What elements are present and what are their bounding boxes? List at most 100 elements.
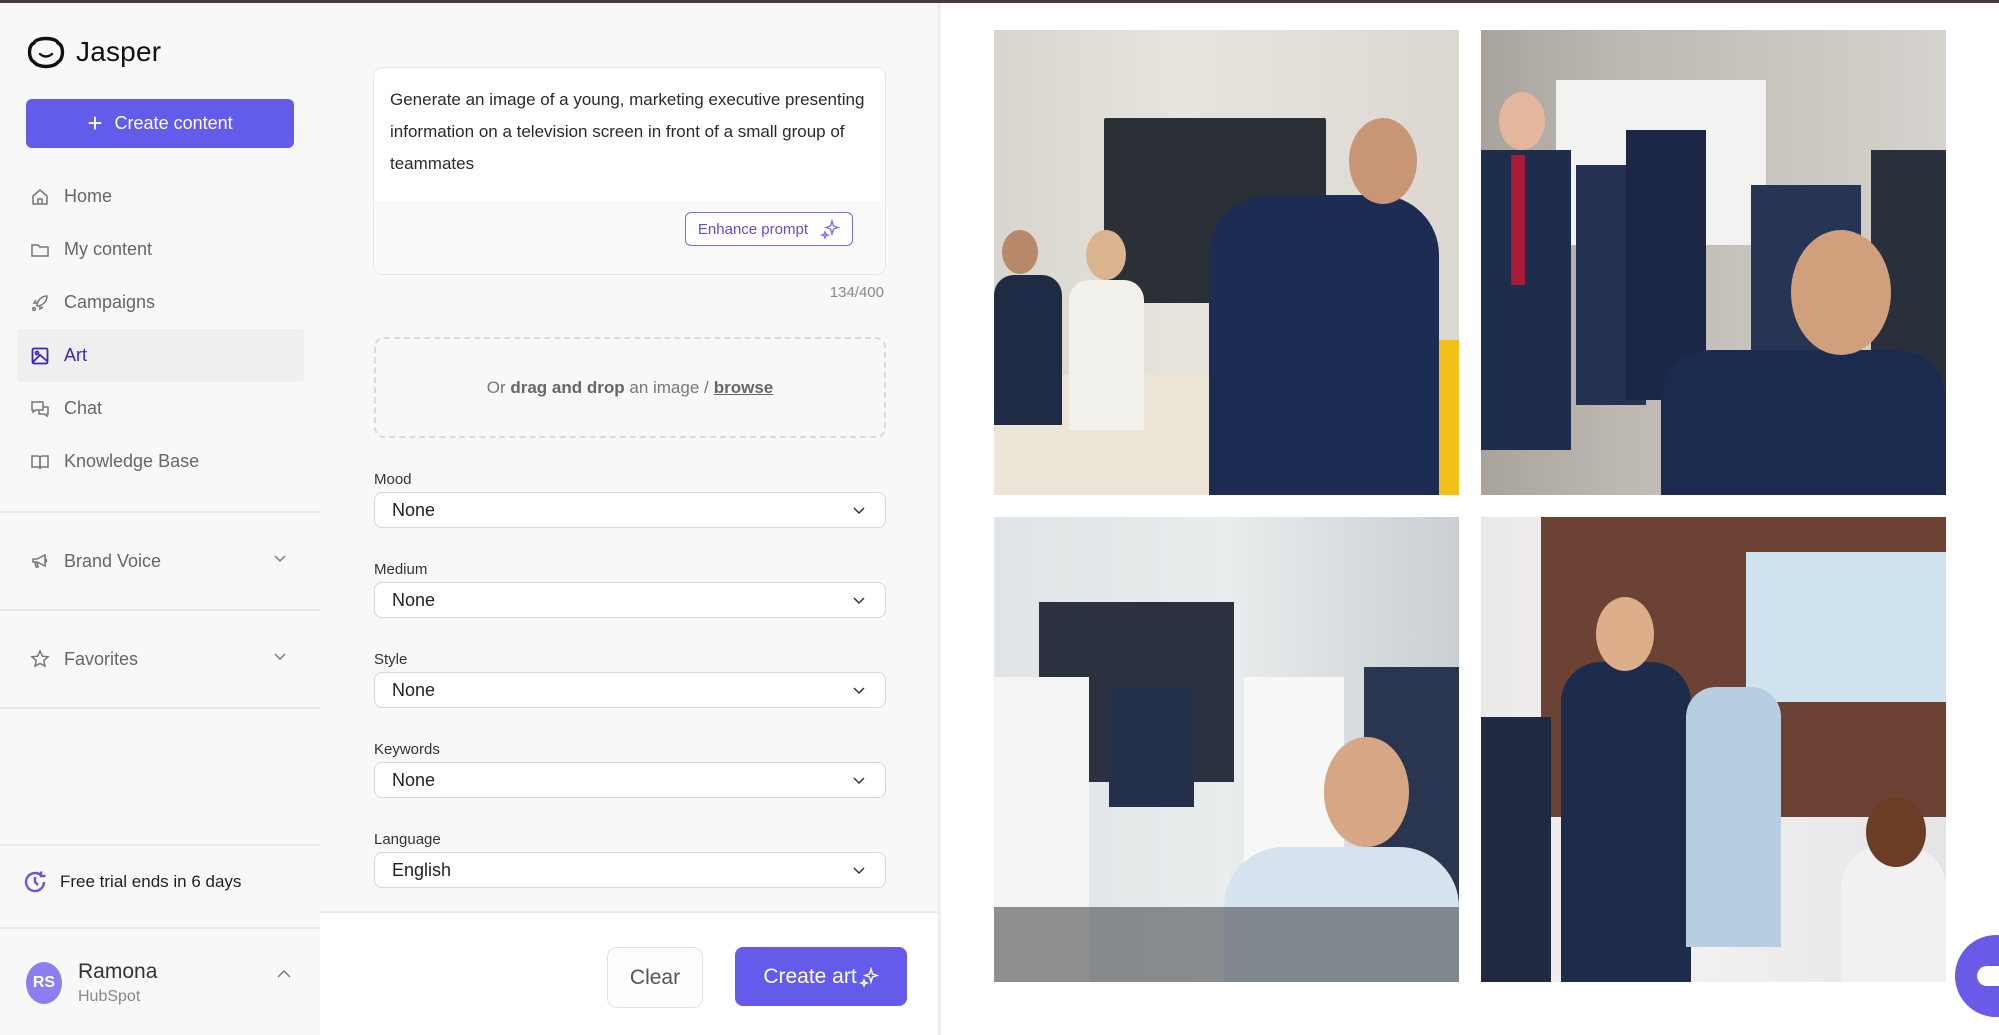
jasper-face-icon bbox=[27, 36, 65, 69]
presenter bbox=[1209, 195, 1439, 495]
user-menu[interactable]: RS Ramona HubSpot bbox=[26, 953, 296, 1013]
browse-link[interactable]: browse bbox=[714, 378, 774, 398]
chevron-down-icon[interactable] bbox=[273, 551, 287, 565]
nav-item-home[interactable]: Home bbox=[17, 170, 304, 223]
art-form-panel: Generate an image of a young, marketing … bbox=[320, 3, 940, 1035]
home-icon bbox=[32, 188, 48, 205]
generated-image[interactable] bbox=[994, 30, 1459, 495]
section-label: Brand Voice bbox=[64, 550, 162, 571]
book-icon bbox=[31, 454, 49, 469]
person-head bbox=[1086, 230, 1126, 280]
select-value: None bbox=[392, 679, 436, 700]
field-keywords: Keywords None bbox=[374, 741, 886, 798]
chevron-down-icon bbox=[853, 597, 865, 605]
logo[interactable]: Jasper bbox=[26, 35, 161, 69]
character-counter: 134/400 bbox=[829, 284, 884, 301]
create-art-label: Create art bbox=[763, 964, 857, 988]
nav-label: Art bbox=[64, 345, 88, 365]
chevron-down-icon bbox=[853, 687, 865, 695]
style-select[interactable]: None bbox=[374, 672, 886, 708]
app-name: Jasper bbox=[76, 36, 162, 67]
person bbox=[994, 275, 1062, 425]
person bbox=[1841, 847, 1946, 982]
sidebar-divider bbox=[0, 927, 320, 929]
field-label: Style bbox=[374, 651, 408, 668]
table bbox=[994, 907, 1459, 982]
person-head bbox=[1002, 230, 1038, 274]
chevron-down-icon bbox=[853, 507, 865, 515]
person bbox=[1481, 717, 1551, 982]
select-value: None bbox=[392, 589, 436, 610]
language-select[interactable]: English bbox=[374, 852, 886, 888]
person bbox=[1561, 662, 1691, 982]
generated-images-panel bbox=[942, 3, 1999, 1035]
create-art-button[interactable]: Create art bbox=[735, 947, 907, 1006]
dropzone-middle: an image / bbox=[629, 377, 709, 397]
person bbox=[1109, 687, 1194, 807]
nav-label: Chat bbox=[64, 398, 103, 418]
nav-item-chat[interactable]: Chat bbox=[17, 382, 304, 435]
mood-select[interactable]: None bbox=[374, 492, 886, 528]
section-label: Favorites bbox=[64, 648, 139, 669]
folder-icon bbox=[31, 243, 49, 257]
section-favorites[interactable]: Favorites bbox=[0, 611, 320, 707]
avatar: RS bbox=[26, 962, 62, 1004]
nav-item-knowledge-base[interactable]: Knowledge Base bbox=[17, 435, 304, 488]
tie bbox=[1511, 155, 1525, 285]
clear-button[interactable]: Clear bbox=[607, 947, 703, 1008]
megaphone-icon bbox=[32, 553, 48, 568]
chat-bubble-icon bbox=[1977, 966, 1999, 986]
chat-icon bbox=[31, 400, 49, 417]
chevron-down-icon[interactable] bbox=[273, 649, 287, 663]
sparkle-icon bbox=[858, 966, 879, 987]
image-icon bbox=[31, 347, 49, 364]
select-value: None bbox=[392, 769, 436, 790]
free-trial-notice[interactable]: Free trial ends in 6 days bbox=[22, 869, 241, 895]
generated-image[interactable] bbox=[1481, 517, 1946, 982]
sparkle-icon bbox=[820, 219, 840, 239]
field-mood: Mood None bbox=[374, 471, 886, 528]
clock-refresh-icon bbox=[24, 871, 46, 893]
field-style: Style None bbox=[374, 651, 886, 708]
person-head bbox=[1324, 737, 1409, 847]
person-head bbox=[1866, 797, 1926, 867]
keywords-select[interactable]: None bbox=[374, 762, 886, 798]
presenter-head bbox=[1791, 230, 1891, 355]
section-brand-voice[interactable]: Brand Voice bbox=[0, 513, 320, 609]
chevron-down-icon bbox=[853, 867, 865, 875]
field-label: Keywords bbox=[374, 741, 440, 758]
nav-label: My content bbox=[64, 239, 153, 259]
select-value: None bbox=[392, 499, 436, 520]
nav-item-campaigns[interactable]: Campaigns bbox=[17, 276, 304, 329]
presenter bbox=[1661, 350, 1946, 495]
trial-text: Free trial ends in 6 days bbox=[60, 872, 242, 891]
nav-item-art[interactable]: Art bbox=[17, 329, 304, 382]
main-nav: Home My content Campaigns Art Chat Knowl… bbox=[17, 170, 304, 488]
sidebar-divider bbox=[0, 707, 320, 709]
nav-item-my-content[interactable]: My content bbox=[17, 223, 304, 276]
chevron-down-icon bbox=[853, 777, 865, 785]
generated-image[interactable] bbox=[994, 517, 1459, 982]
dropzone-prefix: Or bbox=[486, 377, 506, 397]
person bbox=[1481, 150, 1571, 450]
person-head bbox=[1499, 92, 1545, 150]
enhance-prompt-button[interactable]: Enhance prompt bbox=[684, 212, 853, 246]
sidebar: Jasper + Create content Home My content … bbox=[0, 3, 320, 1035]
image-dropzone[interactable]: Or drag and drop an image / browse bbox=[374, 337, 886, 438]
medium-select[interactable]: None bbox=[374, 582, 886, 618]
nav-label: Home bbox=[64, 186, 113, 206]
person bbox=[1686, 687, 1781, 947]
create-content-button[interactable]: + Create content bbox=[26, 99, 294, 148]
chevron-up-icon[interactable] bbox=[276, 967, 292, 981]
sidebar-divider bbox=[0, 844, 320, 846]
prompt-input-box[interactable]: Generate an image of a young, marketing … bbox=[373, 67, 886, 275]
dropzone-bold: drag and drop bbox=[510, 377, 625, 397]
user-org: HubSpot bbox=[78, 988, 141, 1005]
prompt-textarea[interactable]: Generate an image of a young, marketing … bbox=[374, 68, 885, 198]
generated-image[interactable] bbox=[1481, 30, 1946, 495]
nav-label: Knowledge Base bbox=[64, 451, 200, 471]
select-value: English bbox=[392, 859, 452, 880]
enhance-prompt-label: Enhance prompt bbox=[697, 220, 808, 238]
field-medium: Medium None bbox=[374, 561, 886, 618]
plus-icon: + bbox=[87, 107, 103, 138]
